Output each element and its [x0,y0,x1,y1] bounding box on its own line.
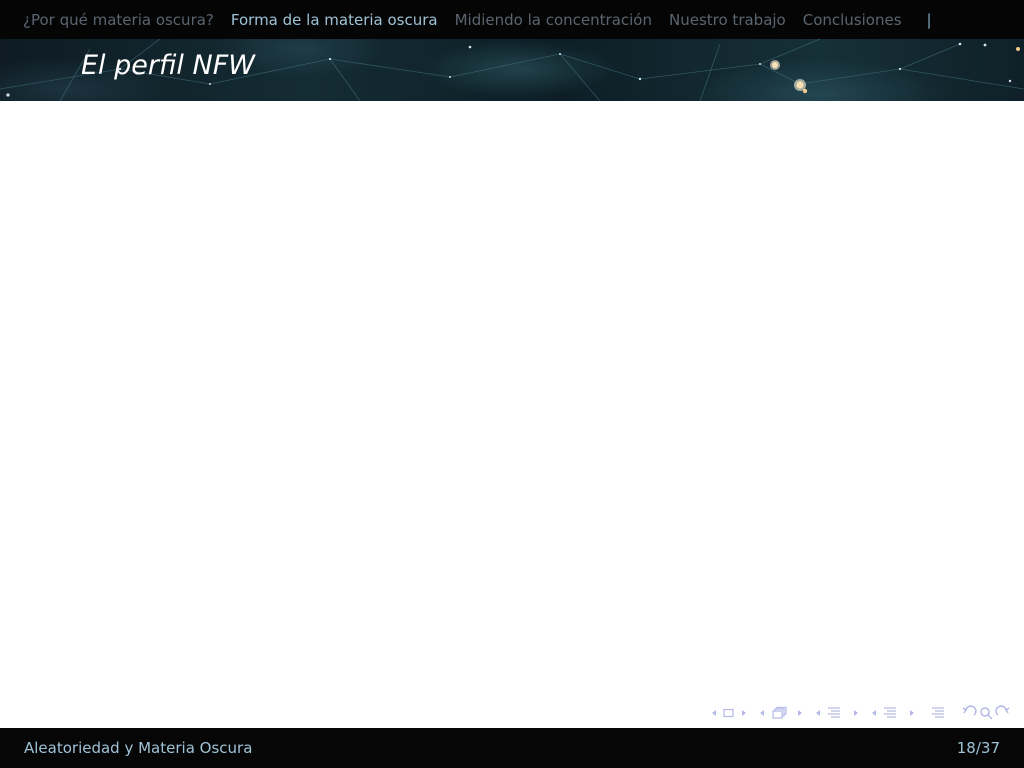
document-navigation[interactable] [868,706,918,720]
frame-next-arrow-icon [742,710,746,716]
document-icon [884,707,896,718]
frame-navigation[interactable] [708,706,750,720]
search-icon [980,707,993,720]
nav-section-conclusiones[interactable]: Conclusiones [803,11,902,29]
page-number: 18/37 [956,739,1000,757]
appendix-navigation[interactable] [924,706,952,720]
nav-section-midiendo-concentracion[interactable]: Midiendo la concentración [455,11,652,29]
back-search-forward[interactable] [958,705,1016,721]
title-banner: El perfil NFW [0,39,1024,101]
footer-short-title: Aleatoriedad y Materia Oscura [24,739,253,757]
subsection-icon [772,706,787,719]
frame-prev-arrow-icon [712,710,716,716]
section-next-arrow-icon [854,710,858,716]
subsection-next-arrow-icon [798,710,802,716]
footer-bar: Aleatoriedad y Materia Oscura 18/37 [0,728,1024,768]
document-prev-arrow-icon [872,710,876,716]
subsection-navigation[interactable] [756,706,806,720]
subsection-prev-arrow-icon [760,710,764,716]
nav-section-nuestro-trabajo[interactable]: Nuestro trabajo [669,11,786,29]
nav-section-forma-materia-oscura[interactable]: Forma de la materia oscura [231,11,438,29]
document-next-arrow-icon [910,710,914,716]
forward-icon [995,705,1010,716]
appendix-icon [932,707,944,718]
nav-separator: | [926,10,932,29]
section-prev-arrow-icon [816,710,820,716]
section-navigation[interactable] [812,706,862,720]
nav-section-por-que-materia-oscura[interactable]: ¿Por qué materia oscura? [23,11,214,29]
back-icon [962,705,977,716]
beamer-navigation-symbols [702,703,1016,723]
frame-icon [723,708,734,718]
slide-content [0,101,1024,699]
section-icon [828,707,840,718]
section-navigation-bar: ¿Por qué materia oscura? Forma de la mat… [0,0,1024,39]
slide-title: El perfil NFW [81,50,255,81]
slide: ¿Por qué materia oscura? Forma de la mat… [0,0,1024,768]
